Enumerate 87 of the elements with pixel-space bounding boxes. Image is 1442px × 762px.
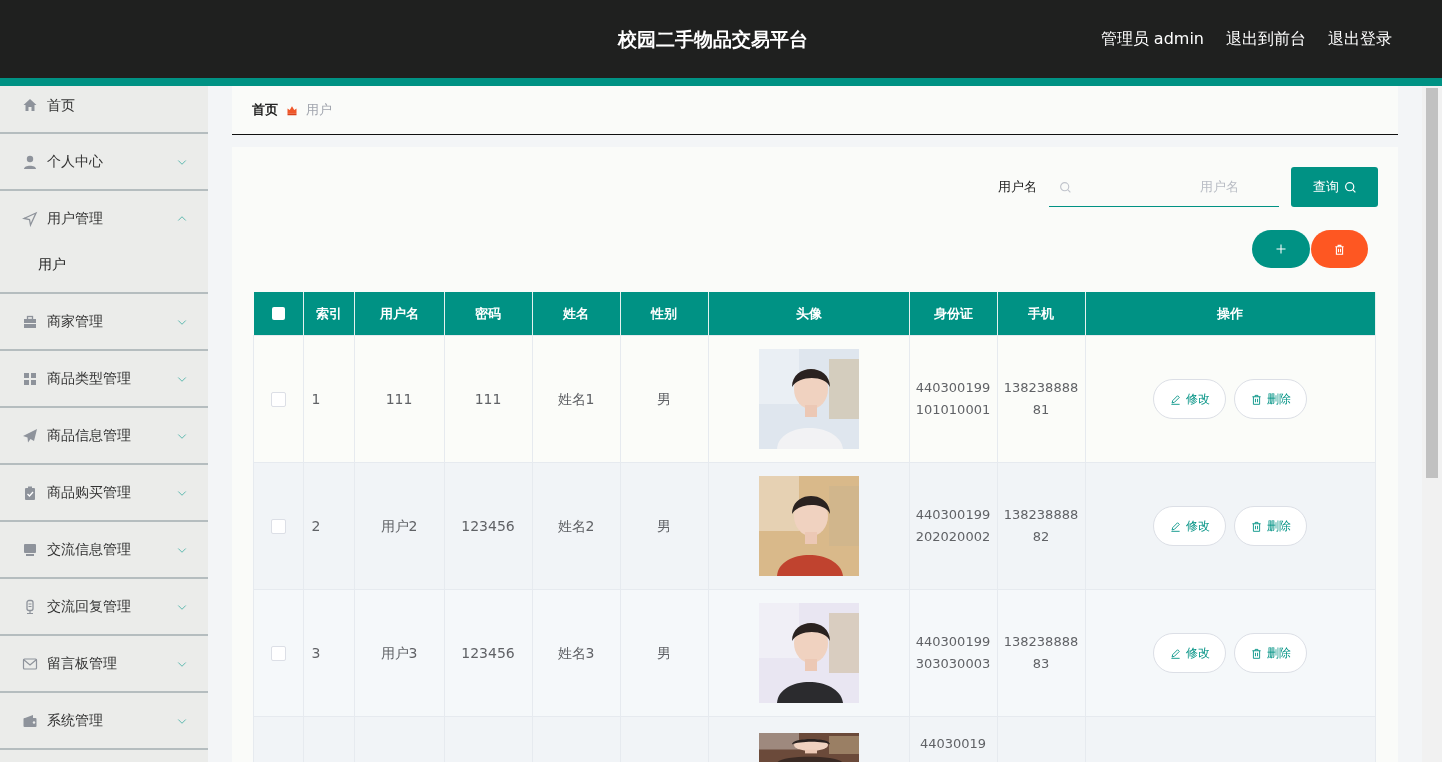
table-cell: 13823888883 <box>1003 634 1079 671</box>
table-cell: 440300199202020002 <box>915 507 991 544</box>
user-label: 管理员 admin <box>1100 28 1204 50</box>
row-checkbox[interactable] <box>270 645 286 661</box>
table-cell: 2 <box>311 518 321 534</box>
table-cell: 44030019 <box>919 736 987 751</box>
sidebar-item[interactable]: 商品信息管理 <box>0 408 208 463</box>
table-cell: 男 <box>657 645 671 661</box>
table-cell: 440300199101010001 <box>915 380 991 417</box>
scrollbar[interactable] <box>1422 86 1442 762</box>
table-cell: 13823888882 <box>1003 507 1079 544</box>
query-button[interactable]: 查询 <box>1291 167 1378 207</box>
search-field[interactable]: 用户名 <box>1049 167 1279 207</box>
edit-button[interactable]: 修改 <box>1153 379 1227 419</box>
column-header: 操作 <box>1085 292 1376 336</box>
header-link[interactable]: 退出到前台 <box>1226 28 1306 50</box>
table-cell: 123456 <box>461 518 515 534</box>
column-header: 头像 <box>708 292 909 336</box>
crown-icon <box>286 104 298 116</box>
column-header: 姓名 <box>532 292 620 336</box>
sidebar-item[interactable]: 个人中心 <box>0 134 208 189</box>
sidebar-icon <box>22 541 38 558</box>
sidebar-item[interactable]: 商品类型管理 <box>0 351 208 406</box>
trash-icon <box>1250 393 1262 405</box>
sidebar-subitem[interactable]: 用户 <box>0 246 66 292</box>
search-icon <box>1343 180 1357 194</box>
breadcrumb-item[interactable]: 首页 <box>252 101 278 119</box>
column-header: 手机 <box>997 292 1085 336</box>
app-title: 校园二手物品交易平台 <box>618 27 808 52</box>
delete-button[interactable]: 删除 <box>1234 506 1308 546</box>
scrollbar-thumb[interactable] <box>1426 88 1438 478</box>
table-cell: 姓名1 <box>557 391 595 407</box>
pencil-icon <box>1169 520 1181 532</box>
sidebar-icon <box>22 370 38 387</box>
table-cell: 111 <box>474 391 502 407</box>
sidebar-icon <box>22 655 38 672</box>
column-header: 性别 <box>620 292 708 336</box>
table-cell: 3 <box>311 645 321 661</box>
sidebar-item[interactable]: 商家管理 <box>0 294 208 349</box>
sidebar-icon <box>22 427 38 444</box>
search-label: 用户名 <box>998 178 1037 196</box>
search-icon <box>1059 181 1072 194</box>
trash-icon <box>1250 647 1262 659</box>
table-cell: 13823888881 <box>1003 380 1079 417</box>
column-header: 用户名 <box>354 292 444 336</box>
column-header: 密码 <box>444 292 532 336</box>
delete-button[interactable] <box>1311 230 1368 268</box>
breadcrumb-item: 用户 <box>306 101 332 119</box>
plus-icon <box>1275 243 1287 255</box>
sidebar-item[interactable]: 交流回复管理 <box>0 579 208 634</box>
sidebar-icon <box>22 313 38 330</box>
select-all-checkbox[interactable] <box>271 307 285 320</box>
edit-button[interactable]: 修改 <box>1153 633 1227 673</box>
delete-button[interactable]: 删除 <box>1234 633 1308 673</box>
sidebar-item[interactable]: 用户管理 <box>0 191 208 246</box>
table-cell: 姓名2 <box>557 518 595 534</box>
edit-button[interactable]: 修改 <box>1153 506 1227 546</box>
header-link[interactable]: 退出登录 <box>1328 28 1392 50</box>
sidebar-icon <box>22 97 38 113</box>
table-cell: 男 <box>657 391 671 407</box>
table-cell: 1 <box>311 391 321 407</box>
sidebar-item[interactable]: 交流信息管理 <box>0 522 208 577</box>
table-cell: 用户2 <box>380 518 418 534</box>
sidebar-icon <box>22 712 38 729</box>
add-button[interactable] <box>1252 230 1310 268</box>
row-checkbox[interactable] <box>270 518 286 534</box>
pencil-icon <box>1169 647 1181 659</box>
pencil-icon <box>1169 393 1181 405</box>
column-header: 身份证 <box>909 292 997 336</box>
table-cell: 男 <box>657 518 671 534</box>
sidebar-item[interactable]: 留言板管理 <box>0 636 208 691</box>
row-checkbox[interactable] <box>270 391 286 407</box>
table-cell: 123456 <box>461 645 515 661</box>
table-cell: 姓名3 <box>557 645 595 661</box>
sidebar-icon <box>22 484 38 501</box>
sidebar-icon <box>22 210 38 227</box>
column-header: 索引 <box>303 292 354 336</box>
delete-button[interactable]: 删除 <box>1234 379 1308 419</box>
table-cell: 111 <box>385 391 413 407</box>
sidebar-item[interactable]: 系统管理 <box>0 693 208 748</box>
table-cell: 用户3 <box>380 645 418 661</box>
trash-icon <box>1334 243 1345 255</box>
table-cell: 440300199303030003 <box>915 634 991 671</box>
sidebar-item[interactable]: 商品购买管理 <box>0 465 208 520</box>
sidebar-item[interactable]: 首页 <box>0 86 208 132</box>
trash-icon <box>1250 520 1262 532</box>
sidebar-icon <box>22 153 38 170</box>
